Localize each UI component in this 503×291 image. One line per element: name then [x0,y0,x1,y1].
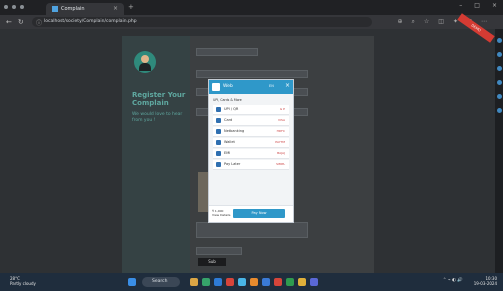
bookmark-star-icon[interactable]: ☆ [424,18,429,26]
app-icon[interactable] [226,278,234,286]
payment-option[interactable]: Netbanking HDFC [213,127,289,137]
menu-icon[interactable]: ⋯ [481,18,487,26]
payment-modal: Web EN × UPI, Cards & More UPI / QR G P … [208,79,294,223]
app-icon[interactable] [286,278,294,286]
url-text: localhost/society/Complain/complain.php [44,19,137,24]
payment-option[interactable]: EMI BAJAJ [213,149,289,159]
payment-option-label: Wallet [224,140,235,144]
payment-option-label: Pay Later [224,162,241,166]
payment-option[interactable]: Card VISA [213,116,289,126]
card-intro-panel: Register Your Complain We would love to … [122,36,190,273]
maximize-icon[interactable]: □ [474,2,480,9]
weather-desc: Partly cloudy [10,281,36,286]
edge-icon[interactable] [214,278,222,286]
payment-option-logos: VISA [278,118,285,122]
payment-option-logos: G P [279,107,285,111]
modal-footer: ₹ 1,000 View Details Pay Now [209,205,293,222]
page-subtitle: We would love to hear from you ! [132,112,183,123]
new-tab-button[interactable]: + [128,3,134,11]
edge-sidebar [495,29,503,273]
sidebar-games-icon[interactable] [496,80,502,85]
window-buttons: – □ × [459,2,497,9]
workspace-icon[interactable] [20,5,24,9]
sidebar-outlook-icon[interactable] [496,108,502,113]
close-icon[interactable]: × [285,82,290,89]
profile-icon[interactable] [4,5,8,9]
window-controls [4,5,24,9]
tab-title: Complain [61,6,85,12]
sidebar-search-icon[interactable] [496,38,502,43]
upi-icon [216,107,221,112]
clock-date: 19-03-2024 [473,281,497,286]
app-icon[interactable] [298,278,306,286]
payment-option-label: EMI [224,151,231,155]
zoom-icon[interactable]: ⌕ [412,18,415,26]
merchant-name: Web [223,84,233,89]
start-icon[interactable] [128,278,136,286]
translate-icon[interactable]: ⊕ [397,18,402,26]
tab-actions-icon[interactable] [12,5,16,9]
close-window-icon[interactable]: × [492,2,497,9]
nav-buttons: ← ↻ [6,18,24,26]
payment-section-title: UPI, Cards & More [213,98,242,102]
app-icon[interactable] [238,278,246,286]
browser-tab[interactable]: Complain × [46,3,124,15]
explorer-icon[interactable] [190,278,198,286]
submit-button[interactable]: Sub [198,258,226,266]
card-icon [216,118,221,123]
split-view-icon[interactable]: ◫ [438,18,444,26]
bank-icon [216,129,221,134]
payment-option[interactable]: Wallet PAYTM [213,138,289,148]
sidebar-tools-icon[interactable] [496,66,502,71]
app-icon[interactable] [310,278,318,286]
pay-now-button[interactable]: Pay Now [233,209,285,218]
page-heading: Register Your Complain [132,91,186,107]
payment-option[interactable]: Pay Later SIMPL [213,160,289,170]
modal-header: Web EN × [209,80,293,94]
amount-display: ₹ 1,000 View Details [212,209,230,217]
payment-option-label: UPI / QR [224,107,239,111]
app-icon[interactable] [274,278,282,286]
clock[interactable]: 10:30 19-03-2024 [474,276,497,286]
browser-tab-bar: Complain × + – □ × [0,0,503,15]
url-field[interactable]: ⓘ localhost/society/Complain/complain.ph… [32,17,372,27]
payment-option-logos: BAJAJ [277,151,285,155]
site-info-icon[interactable]: ⓘ [36,18,42,27]
minimize-icon[interactable]: – [459,2,462,9]
app-icon[interactable] [202,278,210,286]
payment-option-logos: HDFC [276,129,285,133]
view-details-link[interactable]: View Details [212,213,230,217]
file-upload-field[interactable] [196,247,242,255]
emi-icon [216,151,221,156]
reload-icon[interactable]: ↻ [18,18,24,26]
wallet-icon [216,140,221,145]
sidebar-office-icon[interactable] [496,94,502,99]
app-icon[interactable] [262,278,270,286]
merchant-logo-icon [212,83,220,91]
payment-option-label: Card [224,118,233,122]
weather-widget[interactable]: 28°C Partly cloudy [10,276,36,286]
sidebar-shopping-icon[interactable] [496,52,502,57]
form-field-description[interactable] [196,222,308,238]
form-field-name[interactable] [196,48,258,56]
app-icon[interactable] [250,278,258,286]
taskbar-search[interactable]: Search [142,277,180,287]
form-field-email[interactable] [196,70,308,78]
tab-close-icon[interactable]: × [113,5,118,12]
address-bar-row: ← ↻ ⓘ localhost/society/Complain/complai… [0,15,503,29]
language-selector[interactable]: EN [269,84,274,88]
avatar-icon [134,51,156,73]
paylater-icon [216,162,221,167]
favicon-icon [52,6,58,12]
payment-option-logos: PAYTM [275,140,285,144]
payment-option-logos: SIMPL [276,162,285,166]
system-tray-icons[interactable]: ⌃ ⌁ ◐ 🔊 [443,278,463,283]
windows-taskbar: 28°C Partly cloudy Search ⌃ ⌁ ◐ 🔊 10:30 … [0,273,503,291]
back-icon[interactable]: ← [6,18,12,26]
payment-option[interactable]: UPI / QR G P [213,105,289,115]
payment-option-label: Netbanking [224,129,245,133]
